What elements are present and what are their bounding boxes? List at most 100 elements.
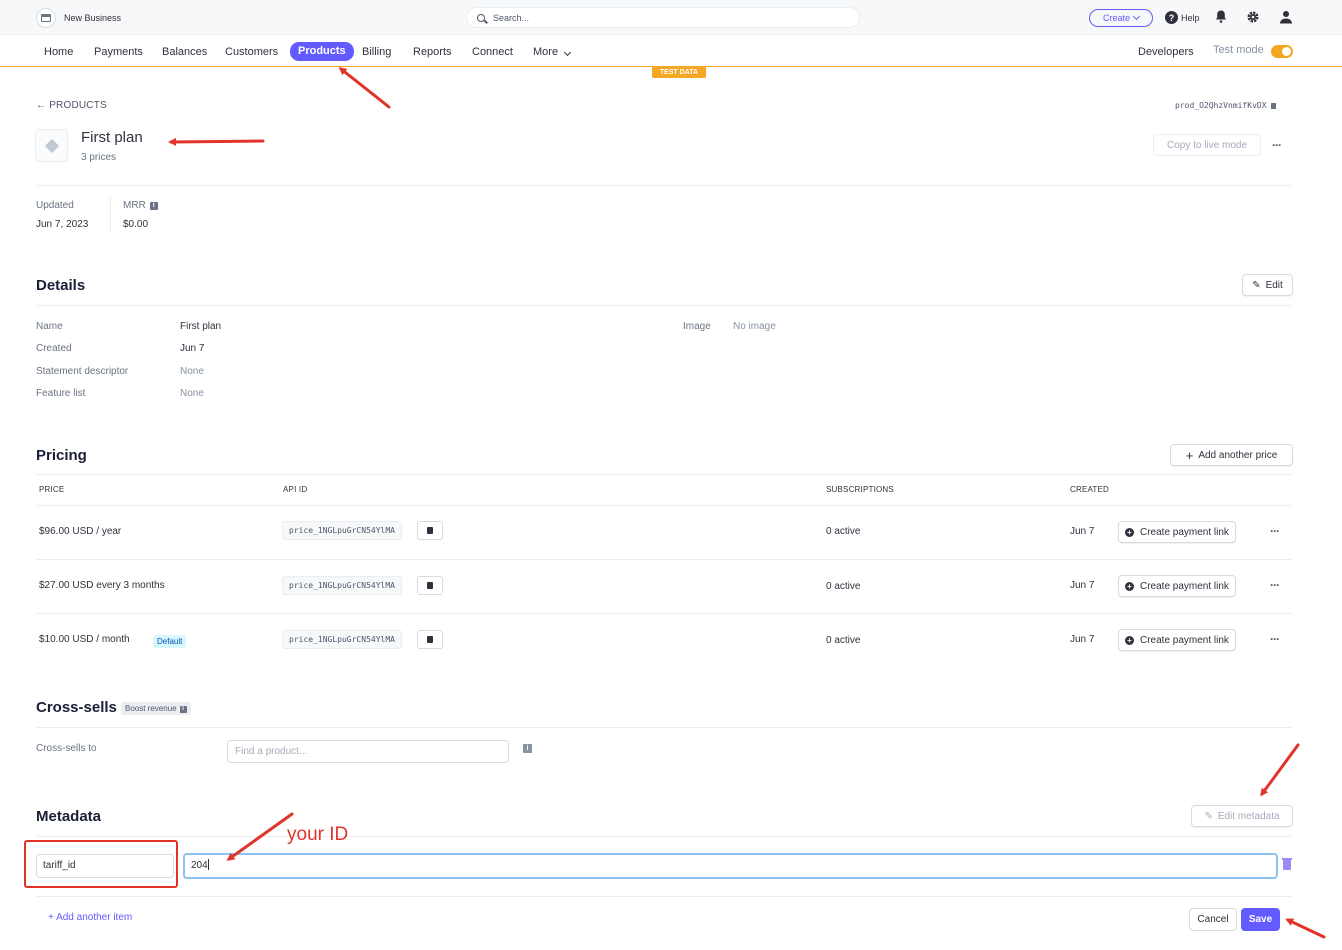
created-value: Jun 7 <box>180 343 205 354</box>
nav-customers[interactable]: Customers <box>225 44 278 60</box>
row-more-options-icon[interactable]: ··· <box>1270 578 1280 592</box>
add-price-label: Add another price <box>1198 449 1278 461</box>
price-value[interactable]: $96.00 USD / year <box>39 526 121 537</box>
plus-circle-icon: + <box>1125 527 1134 537</box>
divider <box>36 305 1292 306</box>
metadata-heading: Metadata <box>36 808 102 825</box>
statement-descriptor-label: Statement descriptor <box>36 366 129 377</box>
mrr-label: MRR i <box>123 200 158 211</box>
nav-balances[interactable]: Balances <box>162 44 207 60</box>
annotation-label: your ID <box>287 824 349 845</box>
price-value[interactable]: $27.00 USD every 3 months <box>39 580 165 591</box>
statement-descriptor-value: None <box>180 366 204 377</box>
row-more-options-icon[interactable]: ··· <box>1270 524 1280 538</box>
image-label: Image <box>683 321 711 332</box>
nav-payments[interactable]: Payments <box>94 44 143 60</box>
api-id[interactable]: price_1NGLpuGrCN54YlMA <box>282 630 402 649</box>
divider <box>36 836 1292 837</box>
api-id[interactable]: price_1NGLpuGrCN54YlMA <box>282 576 402 595</box>
metadata-value-text: 204 <box>191 860 208 871</box>
feature-list-value: None <box>180 388 204 399</box>
create-payment-link-label: Create payment link <box>1140 526 1229 538</box>
mrr-label-text: MRR <box>123 200 146 211</box>
add-another-price-button[interactable]: + Add another price <box>1170 444 1293 466</box>
back-label: PRODUCTS <box>49 100 107 111</box>
add-another-item-link[interactable]: + Add another item <box>48 912 132 923</box>
find-product-input[interactable]: Find a product... <box>227 740 509 763</box>
annotation-arrow <box>1260 743 1300 797</box>
business-logo-icon[interactable] <box>36 8 56 28</box>
save-button[interactable]: Save <box>1241 908 1280 931</box>
back-to-products-link[interactable]: ← PRODUCTS <box>36 100 107 111</box>
plus-circle-icon: + <box>1125 581 1134 591</box>
copy-clipboard-icon[interactable] <box>417 576 443 595</box>
api-id-column-header: API ID <box>283 485 308 494</box>
nav-connect[interactable]: Connect <box>472 44 513 60</box>
subscriptions-value: 0 active <box>826 581 861 592</box>
plus-icon: + <box>1185 447 1194 463</box>
created-label: Created <box>36 343 72 354</box>
image-value: No image <box>733 321 776 332</box>
copy-icon[interactable] <box>1271 103 1277 109</box>
metadata-value-input[interactable]: 204 <box>183 853 1278 879</box>
nav-reports[interactable]: Reports <box>413 44 452 60</box>
annotation-arrows <box>168 67 1326 939</box>
api-id[interactable]: price_1NGLpuGrCN54YlMA <box>282 521 402 540</box>
nav-more-label: More <box>533 46 559 58</box>
mrr-value: $0.00 <box>123 219 149 230</box>
nav-more[interactable]: More <box>533 44 572 60</box>
help-icon: ? <box>1165 11 1178 24</box>
trash-icon[interactable] <box>1282 858 1292 870</box>
pencil-icon: ✎ <box>1252 279 1261 291</box>
nav-home[interactable]: Home <box>44 44 73 60</box>
notifications-bell-icon[interactable] <box>1215 10 1227 23</box>
pencil-icon: ✎ <box>1204 810 1213 822</box>
search-placeholder: Search... <box>493 12 530 23</box>
divider <box>36 559 1292 560</box>
more-options-icon[interactable]: ··· <box>1272 138 1282 152</box>
create-payment-link-button[interactable]: + Create payment link <box>1118 521 1236 543</box>
plus-circle-icon: + <box>1125 635 1134 645</box>
updated-label: Updated <box>36 200 74 211</box>
subscriptions-value: 0 active <box>826 526 861 537</box>
cross-sells-heading: Cross-sells <box>36 699 117 716</box>
info-icon[interactable]: i <box>179 706 187 713</box>
row-more-options-icon[interactable]: ··· <box>1270 632 1280 646</box>
create-payment-link-button[interactable]: + Create payment link <box>1118 575 1236 597</box>
create-payment-link-label: Create payment link <box>1140 580 1229 592</box>
info-icon[interactable]: i <box>149 202 158 210</box>
cross-sells-to-label: Cross-sells to <box>36 743 97 754</box>
divider <box>36 896 1292 897</box>
search-input[interactable]: Search... <box>466 7 860 28</box>
product-id[interactable]: prod_O2QhzVnmifKvDX <box>1175 101 1277 110</box>
test-mode-toggle[interactable] <box>1271 45 1293 58</box>
price-value[interactable]: $10.00 USD / month <box>39 634 130 645</box>
settings-gear-icon[interactable] <box>1246 10 1260 24</box>
created-value: Jun 7 <box>1070 526 1095 537</box>
divider <box>110 197 111 233</box>
account-person-icon[interactable] <box>1279 10 1293 24</box>
product-id-text: prod_O2QhzVnmifKvDX <box>1175 101 1267 110</box>
pricing-heading: Pricing <box>36 447 87 464</box>
copy-to-live-mode-button[interactable]: Copy to live mode <box>1153 134 1261 156</box>
test-mode-label: Test mode <box>1213 44 1264 56</box>
updated-value: Jun 7, 2023 <box>36 219 89 230</box>
cancel-button[interactable]: Cancel <box>1189 908 1237 931</box>
create-payment-link-button[interactable]: + Create payment link <box>1118 629 1236 651</box>
copy-clipboard-icon[interactable] <box>417 630 443 649</box>
copy-clipboard-icon[interactable] <box>417 521 443 540</box>
nav-billing[interactable]: Billing <box>362 44 391 60</box>
nav-developers[interactable]: Developers <box>1138 44 1194 60</box>
nav-products[interactable]: Products <box>290 42 354 61</box>
help-button[interactable]: ? Help <box>1165 11 1200 24</box>
edit-metadata-button[interactable]: ✎ Edit metadata <box>1191 805 1293 827</box>
create-button[interactable]: Create <box>1089 9 1153 27</box>
feature-list-label: Feature list <box>36 388 86 399</box>
info-icon[interactable]: i <box>523 744 532 753</box>
test-data-banner: TEST DATA <box>652 67 706 78</box>
created-value: Jun 7 <box>1070 580 1095 591</box>
annotation-arrow <box>1285 918 1326 939</box>
business-name[interactable]: New Business <box>64 13 121 23</box>
edit-details-button[interactable]: ✎ Edit <box>1242 274 1293 296</box>
name-label: Name <box>36 321 63 332</box>
